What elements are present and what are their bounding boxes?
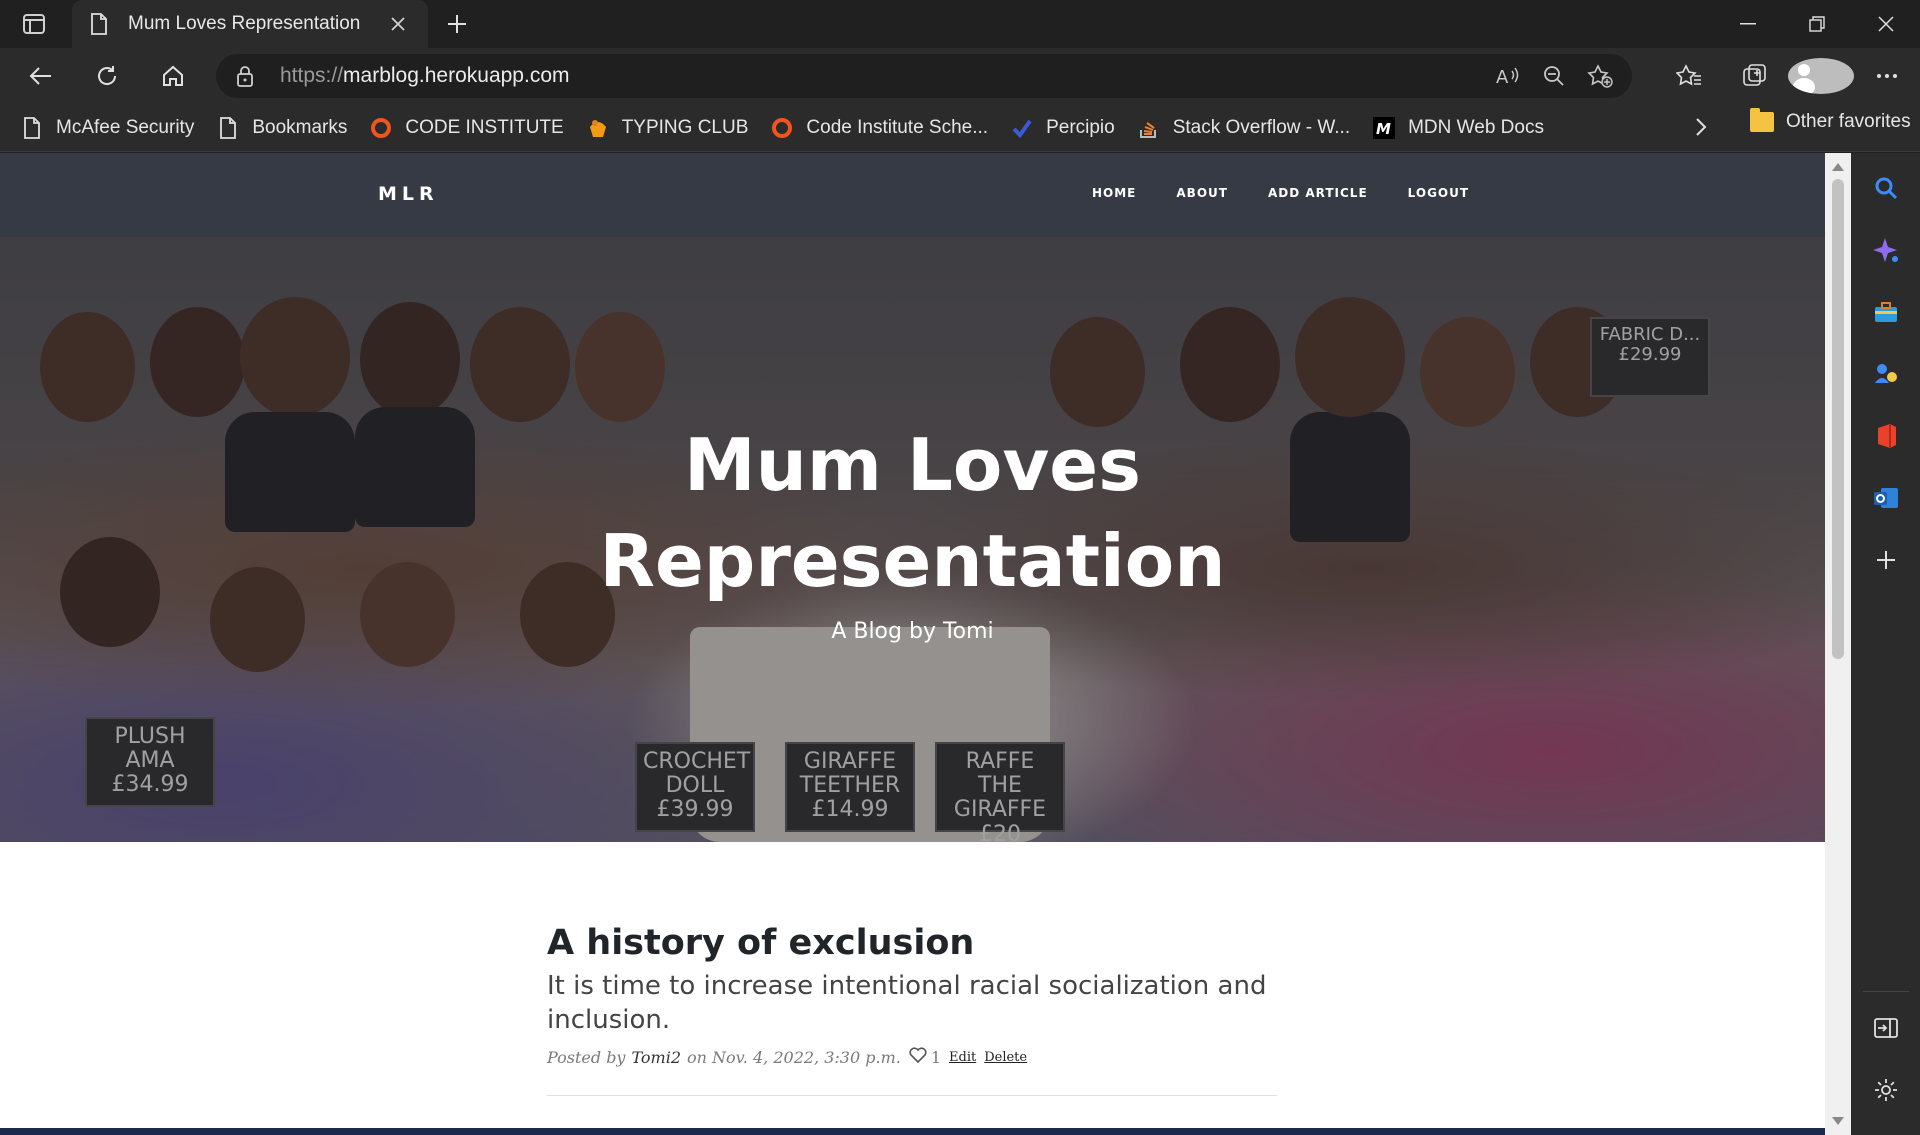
post-title[interactable]: A history of exclusion bbox=[547, 923, 1277, 963]
scroll-down-icon[interactable] bbox=[1832, 1117, 1844, 1125]
page-viewport: MLR HOME ABOUT ADD ARTICLE LOGOUT PLUSH … bbox=[0, 153, 1825, 1135]
search-icon[interactable] bbox=[1871, 173, 1901, 203]
edit-link[interactable]: Edit bbox=[949, 1050, 976, 1065]
new-tab-icon[interactable] bbox=[440, 10, 474, 38]
sidebar-layout-icon[interactable] bbox=[1871, 1013, 1901, 1043]
tab-title: Mum Loves Representation bbox=[128, 13, 361, 34]
favorite-typing-club[interactable]: TYPING CLUB bbox=[586, 111, 763, 145]
heart-icon[interactable] bbox=[909, 1047, 927, 1067]
scrollbar-thumb[interactable] bbox=[1832, 179, 1844, 659]
site-brand[interactable]: MLR bbox=[378, 183, 439, 205]
page-scrollbar[interactable] bbox=[1825, 153, 1851, 1135]
restore-icon[interactable] bbox=[1782, 0, 1851, 48]
hero-subtitle: A Blog by Tomi bbox=[831, 619, 994, 644]
favorites-bar: McAfee Security Bookmarks CODE INSTITUTE… bbox=[0, 104, 1920, 152]
home-icon[interactable] bbox=[154, 58, 192, 94]
office-icon[interactable] bbox=[1871, 421, 1901, 451]
favorite-code-institute[interactable]: CODE INSTITUTE bbox=[369, 111, 577, 145]
url-text[interactable]: https://marblog.herokuapp.com bbox=[280, 64, 570, 88]
nav-add-article[interactable]: ADD ARTICLE bbox=[1268, 186, 1368, 200]
close-window-icon[interactable] bbox=[1851, 0, 1920, 48]
add-favorite-icon[interactable] bbox=[1586, 62, 1614, 90]
chevron-right-icon[interactable] bbox=[1694, 116, 1708, 142]
nav-about[interactable]: ABOUT bbox=[1176, 186, 1228, 200]
tab-actions-icon[interactable] bbox=[14, 10, 54, 38]
favorite-code-institute-schedule[interactable]: Code Institute Sche... bbox=[770, 111, 1002, 145]
post-date: Nov. 4, 2022, 3:30 p.m. bbox=[712, 1047, 901, 1067]
tools-icon[interactable] bbox=[1871, 297, 1901, 327]
nav-logout[interactable]: LOGOUT bbox=[1408, 186, 1469, 200]
like-count: 1 bbox=[930, 1047, 942, 1067]
scroll-up-icon[interactable] bbox=[1832, 163, 1844, 171]
back-icon[interactable] bbox=[22, 58, 60, 94]
document-icon bbox=[20, 116, 44, 140]
zoom-out-icon[interactable] bbox=[1540, 62, 1568, 90]
hero-title-line1: Mum Loves bbox=[684, 423, 1141, 507]
post-subtitle: It is time to increase intentional racia… bbox=[547, 971, 1267, 1035]
next-section-edge bbox=[0, 1128, 1825, 1135]
hero-title-line2: Representation bbox=[599, 519, 1226, 603]
svg-text:M: M bbox=[1376, 120, 1391, 138]
sparkle-icon[interactable] bbox=[1871, 235, 1901, 265]
collections-icon[interactable] bbox=[1722, 58, 1788, 94]
site-navbar: MLR HOME ABOUT ADD ARTICLE LOGOUT bbox=[0, 153, 1825, 237]
favorite-mdn[interactable]: M MDN Web Docs bbox=[1372, 111, 1558, 145]
folder-icon bbox=[1750, 108, 1774, 132]
document-icon bbox=[216, 116, 240, 140]
browser-toolbar: https://marblog.herokuapp.com A bbox=[0, 48, 1920, 104]
favorite-bookmarks[interactable]: Bookmarks bbox=[216, 111, 361, 145]
close-tab-icon[interactable] bbox=[390, 16, 410, 32]
delete-link[interactable]: Delete bbox=[984, 1050, 1027, 1065]
minimize-icon[interactable] bbox=[1713, 0, 1782, 48]
post-meta: Posted by Tomi2 on Nov. 4, 2022, 3:30 p.… bbox=[547, 1047, 1028, 1067]
typing-club-icon bbox=[586, 116, 610, 140]
refresh-icon[interactable] bbox=[88, 58, 126, 94]
read-aloud-icon[interactable]: A bbox=[1494, 62, 1522, 90]
post-divider bbox=[547, 1095, 1277, 1096]
edge-sidebar bbox=[1851, 153, 1920, 1135]
percipio-icon bbox=[1010, 116, 1034, 140]
code-institute-icon bbox=[770, 116, 794, 140]
stack-overflow-icon bbox=[1137, 116, 1161, 140]
active-tab[interactable]: Mum Loves Representation bbox=[72, 0, 428, 48]
post-author: Tomi2 bbox=[631, 1047, 681, 1067]
other-favorites[interactable]: Other favorites bbox=[1750, 108, 1911, 133]
svg-text:A: A bbox=[1496, 67, 1509, 87]
games-icon[interactable] bbox=[1871, 359, 1901, 389]
gear-icon[interactable] bbox=[1871, 1075, 1901, 1105]
outlook-icon[interactable] bbox=[1871, 483, 1901, 513]
hero-heading: Mum Loves Representation A Blog by Tomi bbox=[0, 417, 1825, 644]
address-bar[interactable]: https://marblog.herokuapp.com A bbox=[216, 54, 1632, 98]
page-icon bbox=[90, 13, 112, 35]
tab-strip: Mum Loves Representation bbox=[0, 0, 1920, 48]
add-icon[interactable] bbox=[1871, 545, 1901, 575]
nav-home[interactable]: HOME bbox=[1092, 186, 1136, 200]
favorite-stack-overflow[interactable]: Stack Overflow - W... bbox=[1137, 111, 1364, 145]
profile-avatar[interactable] bbox=[1788, 58, 1854, 94]
favorites-icon[interactable] bbox=[1656, 58, 1722, 94]
mdn-icon: M bbox=[1372, 116, 1396, 140]
favorite-mcafee[interactable]: McAfee Security bbox=[20, 111, 208, 145]
hero-banner: PLUSH AMA £34.99 CROCHET DOLL £39.99 GIRAFF… bbox=[0, 237, 1825, 842]
favorite-percipio[interactable]: Percipio bbox=[1010, 111, 1129, 145]
settings-more-icon[interactable] bbox=[1854, 58, 1920, 94]
post-preview: A history of exclusion It is time to inc… bbox=[547, 923, 1277, 1096]
lock-icon[interactable] bbox=[236, 65, 260, 87]
code-institute-icon bbox=[369, 116, 393, 140]
